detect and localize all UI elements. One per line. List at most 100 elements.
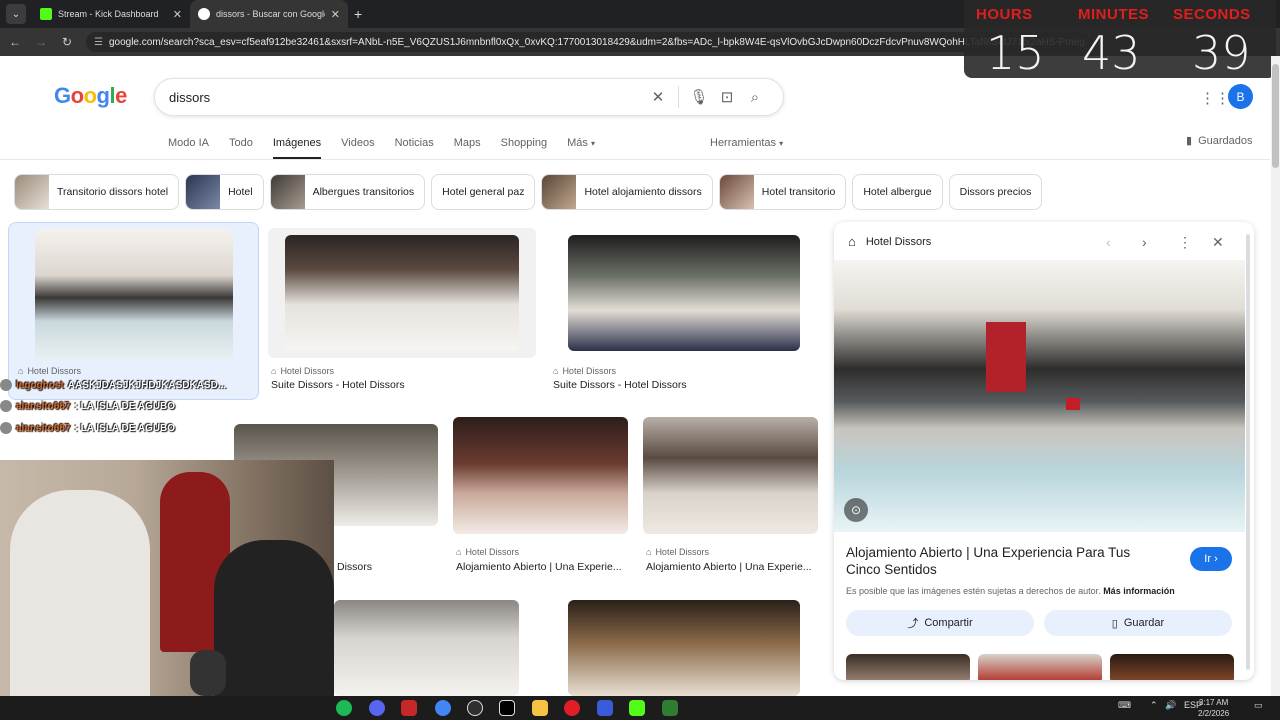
chevron-up-icon[interactable]: ⌃ (1150, 700, 1158, 711)
search-box[interactable]: dissors ✕ 🎙 ⊡ ⌕ (154, 78, 784, 116)
chip[interactable]: Hotel (185, 174, 264, 210)
chip-thumbnail (270, 175, 305, 209)
app-icon[interactable] (662, 700, 678, 716)
close-tab-icon[interactable]: ✕ (173, 8, 182, 21)
chip[interactable]: Hotel general paz (431, 174, 536, 210)
related-chips: Transitorio dissors hotel Hotel Albergue… (14, 174, 1043, 210)
lens-icon[interactable]: ⊡ (713, 88, 741, 106)
microphone-icon[interactable]: 🎙 (685, 88, 713, 106)
chip-label: Hotel general paz (442, 186, 525, 198)
chip[interactable]: Hotel alojamiento dissors (541, 174, 713, 210)
tab-noticias[interactable]: Noticias (395, 137, 434, 159)
system-clock[interactable]: 3:17 AM 2/2/2026 (1198, 697, 1229, 719)
panel-site[interactable]: ⌂ Hotel Dissors (848, 234, 931, 249)
result-image (35, 229, 233, 361)
tab-shopping[interactable]: Shopping (501, 137, 548, 159)
folder-icon[interactable] (532, 700, 548, 716)
related-thumbnail[interactable] (978, 654, 1102, 680)
keyboard-icon[interactable]: ⌨ (1118, 700, 1131, 711)
app-icon[interactable] (597, 700, 613, 716)
notifications-icon[interactable]: ▭ (1254, 700, 1263, 711)
kick-icon[interactable] (629, 700, 645, 716)
more-info-link[interactable]: Más información (1103, 586, 1175, 596)
reload-icon[interactable]: ↻ (60, 35, 74, 49)
site-icon: ⌂ (553, 366, 559, 376)
browser-tab-google[interactable]: dissors - Buscar con Google ✕ (190, 0, 348, 28)
result-title[interactable]: Suite Dissors - Hotel Dissors (271, 379, 521, 391)
chip[interactable]: Albergues transitorios (269, 174, 426, 210)
avatar[interactable]: B (1228, 84, 1253, 109)
tab-todo[interactable]: Todo (229, 137, 253, 159)
result-image[interactable] (568, 235, 800, 351)
forward-icon[interactable]: → (34, 35, 48, 49)
tools-button[interactable]: Herramientas ▾ (710, 137, 783, 149)
previous-icon[interactable]: ‹ (1106, 234, 1111, 250)
chevron-right-icon: › (1214, 553, 1218, 565)
chat-text: AASKJDASJKJHDJKASDKASD... (67, 379, 227, 391)
saved-button[interactable]: ▮ Guardados (1186, 134, 1253, 148)
result-image[interactable] (643, 417, 818, 534)
site-icon: ⌂ (456, 547, 462, 557)
apps-grid-icon[interactable]: ⋮⋮ (1200, 89, 1230, 107)
result-title[interactable]: Alojamiento Abierto | Una Experie... (456, 561, 628, 573)
result-source-label: Hotel Dissors (465, 547, 519, 557)
webcam-overlay (0, 460, 334, 696)
caret-down-icon: ▾ (590, 139, 595, 148)
google-logo[interactable]: Google (54, 83, 127, 109)
tab-imagenes[interactable]: Imágenes (272, 137, 322, 159)
lens-search-icon[interactable]: ⊙ (844, 498, 868, 522)
back-icon[interactable]: ← (8, 35, 22, 49)
scrollbar-thumb[interactable] (1272, 64, 1279, 168)
search-input[interactable]: dissors (169, 90, 644, 105)
copyright-notice: Es posible que las imágenes estén sujeta… (846, 586, 1175, 596)
speaker-icon[interactable]: 🔊 (1165, 700, 1176, 711)
save-button[interactable]: ▯ Guardar (1044, 610, 1232, 636)
chrome-icon[interactable] (435, 700, 451, 716)
image-preview-panel: ⌂ Hotel Dissors ‹ › ⋮ ✕ ⊙ Alojamiento Ab… (834, 222, 1254, 680)
preview-image[interactable] (834, 260, 1245, 532)
result-image[interactable] (334, 600, 519, 696)
chat-text: : LA ISLA DE AGUBO (74, 422, 176, 434)
site-icon: ⌂ (18, 366, 24, 376)
discord-icon[interactable] (369, 700, 385, 716)
close-icon[interactable]: ✕ (1212, 234, 1224, 251)
result-image[interactable] (285, 235, 519, 351)
clear-icon[interactable]: ✕ (644, 88, 672, 106)
tab-videos[interactable]: Videos (341, 137, 374, 159)
next-icon[interactable]: › (1142, 234, 1147, 250)
chip[interactable]: Dissors precios (948, 174, 1043, 210)
tab-maps[interactable]: Maps (454, 137, 481, 159)
page-scrollbar[interactable] (1271, 56, 1280, 698)
tab-search-button[interactable]: ⌄ (6, 4, 26, 24)
chip[interactable]: Hotel albergue (852, 174, 943, 210)
microphone (190, 650, 226, 696)
capcut-icon[interactable] (499, 700, 515, 716)
obs-icon[interactable] (467, 700, 483, 716)
tab-mas[interactable]: Más ▾ (567, 137, 595, 159)
chip[interactable]: Hotel transitorio (718, 174, 847, 210)
panel-title[interactable]: Alojamiento Abierto | Una Experiencia Pa… (846, 544, 1166, 578)
result-title[interactable]: Suite Dissors - Hotel Dissors (553, 379, 813, 391)
address-bar[interactable]: ☰ google.com/search?sca_esv=cf5eaf912be3… (86, 32, 1086, 52)
caret-down-icon: ▾ (779, 139, 784, 148)
search-icon[interactable]: ⌕ (741, 89, 769, 106)
visit-button[interactable]: Ir › (1190, 547, 1232, 571)
tab-modo-ia[interactable]: Modo IA (168, 137, 209, 159)
result-image[interactable] (568, 600, 800, 696)
close-tab-icon[interactable]: ✕ (331, 8, 340, 21)
new-tab-button[interactable]: + (354, 0, 362, 28)
more-options-icon[interactable]: ⋮ (1178, 234, 1192, 251)
result-title[interactable]: Alojamiento Abierto | Una Experie... (646, 561, 818, 573)
related-thumbnail[interactable] (1110, 654, 1234, 680)
chip[interactable]: Transitorio dissors hotel (14, 174, 180, 210)
spotify-icon[interactable] (336, 700, 352, 716)
share-button[interactable]: ⤴ Compartir (846, 610, 1034, 636)
site-info-icon[interactable]: ☰ (94, 37, 103, 48)
opera-icon[interactable] (564, 700, 580, 716)
app-icon[interactable] (401, 700, 417, 716)
panel-scrollbar[interactable] (1246, 234, 1250, 670)
related-thumbnail[interactable] (846, 654, 970, 680)
result-image[interactable] (453, 417, 628, 534)
browser-tab-kick[interactable]: Stream - Kick Dashboard ✕ (32, 0, 190, 28)
result-title[interactable]: Dissors (337, 561, 417, 573)
